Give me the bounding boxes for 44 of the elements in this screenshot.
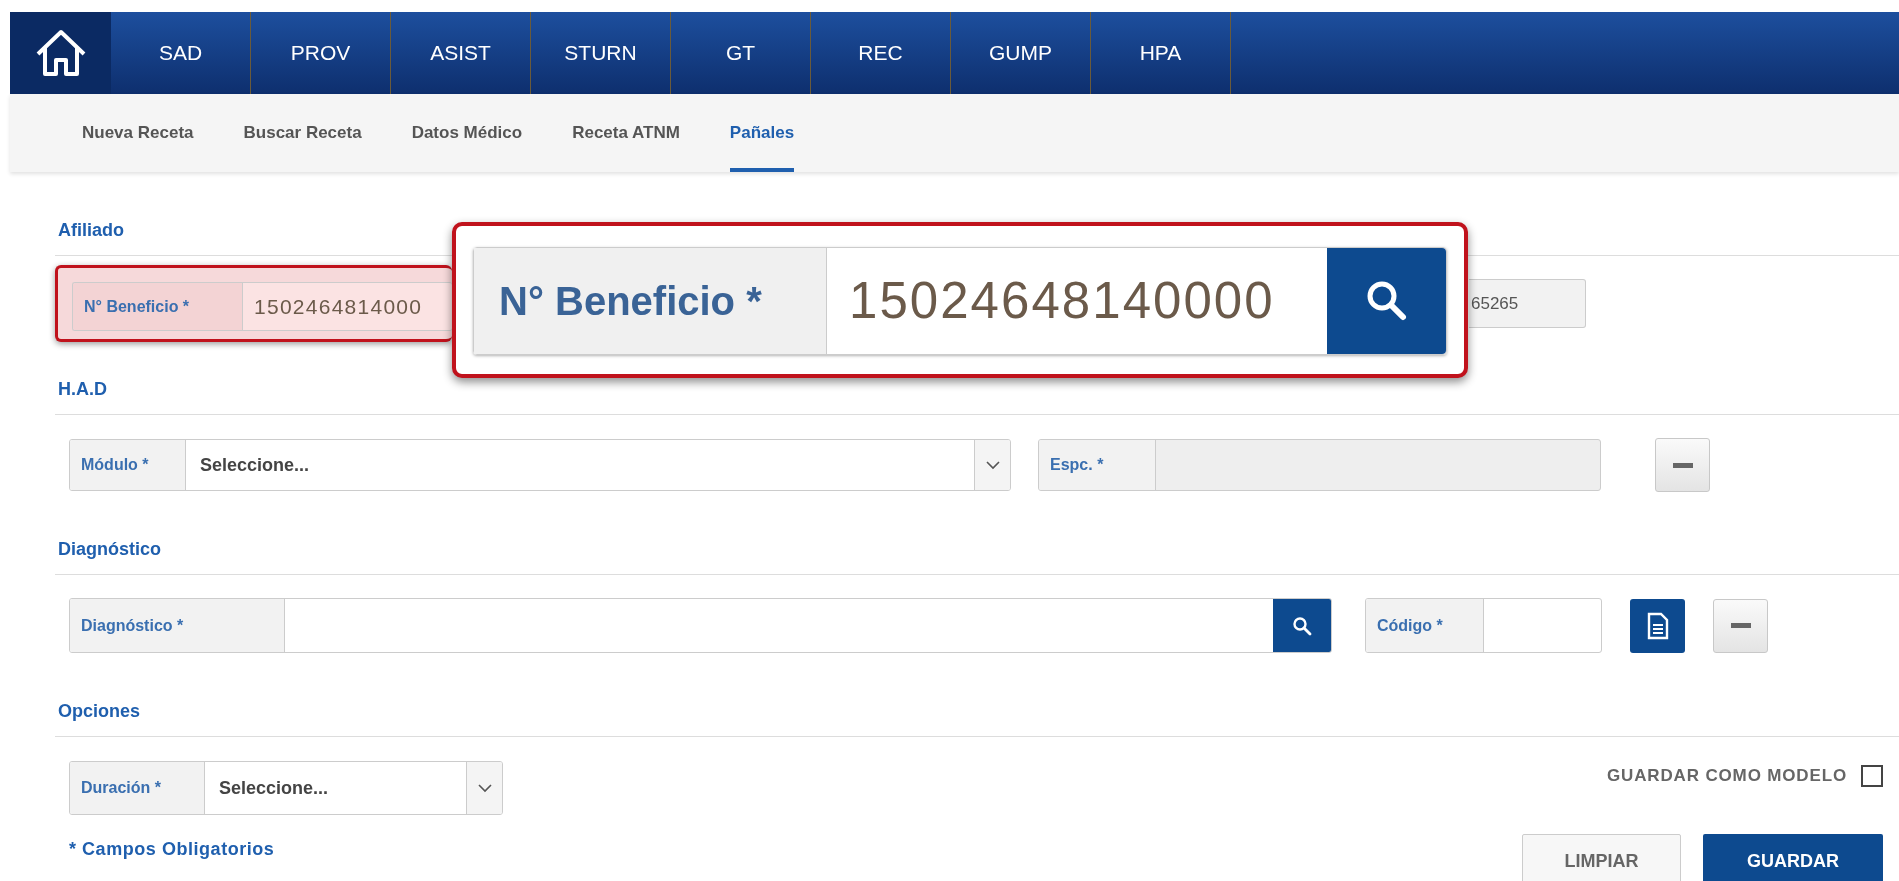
field-label: Módulo * (81, 455, 149, 475)
beneficio-field[interactable]: N° Beneficio * 15024648140000 (473, 247, 1447, 355)
sub-nav-tab[interactable]: Datos Médico (411, 94, 523, 172)
clear-button[interactable]: LIMPIAR (1522, 834, 1681, 881)
text-field[interactable]: 65265 (1469, 279, 1586, 328)
dropdown-value: Seleccione... (200, 453, 310, 477)
chevron-down-icon (477, 783, 492, 793)
checkbox[interactable] (1861, 764, 1883, 787)
text-field[interactable]: Código * (1365, 598, 1602, 653)
section-heading: Afiliado (58, 219, 125, 242)
save-button[interactable]: GUARDAR (1703, 834, 1883, 881)
sub-nav-tab[interactable]: Receta ATNM (572, 94, 680, 172)
field-value: 15024648140000 (849, 270, 1275, 331)
search-button[interactable] (1273, 599, 1331, 652)
minus-icon (1730, 623, 1751, 628)
search-field[interactable]: Diagnóstico * (69, 598, 1332, 653)
field-value: 65265 (1471, 292, 1519, 315)
checkbox-label: GUARDAR COMO MODELO (1607, 765, 1847, 787)
field-value: 1502464814000 (254, 293, 423, 320)
document-button[interactable] (1630, 598, 1685, 653)
field-label: N° Beneficio * (84, 296, 190, 317)
document-icon (1646, 611, 1669, 640)
sub-nav-tab[interactable]: Buscar Receta (243, 94, 362, 172)
remove-button[interactable] (1713, 598, 1768, 653)
sub-nav-tab[interactable]: Nueva Receta (82, 94, 194, 172)
search-button[interactable] (1327, 248, 1446, 354)
section-heading: Opciones (58, 700, 142, 723)
dropdown-field[interactable]: Módulo * Seleccione... (69, 439, 1011, 491)
field-label: Espc. * (1050, 455, 1104, 475)
search-icon (1292, 615, 1312, 636)
beneficio-field[interactable]: N° Beneficio * 1502464814000 (72, 282, 452, 331)
chevron-down-icon (985, 460, 1000, 470)
required-fields-note: * Campos Obligatorios (69, 838, 275, 861)
section-heading: Diagnóstico (58, 538, 162, 561)
field-label: Diagnóstico * (81, 615, 184, 636)
remove-button[interactable] (1655, 438, 1710, 492)
section-heading: H.A.D (58, 378, 108, 401)
dropdown-field[interactable]: Duración * Seleccione... (69, 761, 503, 815)
sub-nav-tab[interactable]: Pañales (729, 94, 795, 172)
dropdown-value: Seleccione... (219, 776, 329, 800)
minus-icon (1672, 462, 1693, 468)
field-label: Duración * (81, 778, 161, 798)
field-label: N° Beneficio * (499, 278, 762, 325)
field-label: Código * (1377, 615, 1443, 636)
